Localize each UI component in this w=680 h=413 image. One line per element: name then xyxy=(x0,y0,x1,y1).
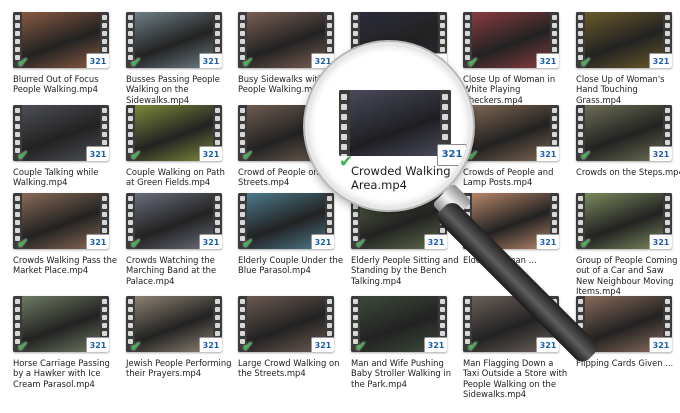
video-tile[interactable]: ✔ 321 Crowds Walking Pass the Market Place… xyxy=(6,193,118,276)
video-counter-badge-icon: 321 xyxy=(536,53,559,68)
checkmark-icon: ✔ xyxy=(355,339,367,352)
video-tile[interactable]: ✔ 321 Crowds on the Steps.mp4 xyxy=(569,105,680,177)
video-tile[interactable]: ✔ 321 Elderly Couple Under the Blue Paraso… xyxy=(231,193,343,276)
checkmark-icon: ✔ xyxy=(17,236,29,249)
checkmark-icon: ✔ xyxy=(467,55,479,68)
video-label: Elderly People Sitting and Standing by t… xyxy=(351,255,459,286)
video-thumbnail[interactable]: ✔ 321 xyxy=(13,296,109,352)
video-tile[interactable]: ✔ 321 Couple Talking while Walking.mp4 xyxy=(6,105,118,188)
video-label: Man Flagging Down a Taxi Outside a Store… xyxy=(463,358,568,400)
video-label: Crowds on the Steps.mp4 xyxy=(576,167,680,177)
video-label: Large Crowd Walking on the Streets.mp4 xyxy=(238,358,340,379)
video-counter-badge-icon: 321 xyxy=(649,337,672,352)
video-counter-badge-icon: 321 xyxy=(424,234,447,249)
video-tile[interactable]: ✔ 321 Crowds of People and Lamp Posts.mp4 xyxy=(456,105,568,188)
checkmark-icon: ✔ xyxy=(242,148,254,161)
video-label: Group of People Coming out of a Car and … xyxy=(576,255,678,297)
video-counter-badge-icon: 321 xyxy=(649,146,672,161)
video-counter-badge-icon: 321 xyxy=(199,337,222,352)
video-counter-badge-icon: 321 xyxy=(649,53,672,68)
video-tile[interactable]: ✔ 321 Busses Passing People Walking on the… xyxy=(119,12,231,105)
video-thumbnail[interactable]: ✔ 321 xyxy=(576,12,672,68)
checkmark-icon: ✔ xyxy=(242,55,254,68)
video-counter-badge-icon: 321 xyxy=(86,337,109,352)
video-counter-badge-icon: 321 xyxy=(199,146,222,161)
video-counter-badge-icon: 321 xyxy=(311,234,334,249)
video-thumbnail[interactable]: ✔ 321 xyxy=(238,296,334,352)
video-tile[interactable]: ✔ 321 Large Crowd Walking on the Streets.m… xyxy=(231,296,343,379)
video-label: Couple Talking while Walking.mp4 xyxy=(13,167,99,188)
video-counter-badge-icon: 321 xyxy=(536,234,559,249)
video-thumbnail[interactable]: ✔ 321 xyxy=(351,296,447,352)
video-counter-badge-icon: 321 xyxy=(199,234,222,249)
magnified-video-thumbnail[interactable] xyxy=(339,90,451,156)
video-counter-badge-icon: 321 xyxy=(424,337,447,352)
video-counter-badge-icon: 321 xyxy=(86,146,109,161)
checkmark-icon: ✔ xyxy=(130,55,142,68)
video-label: Jewish People Performing their Prayers.m… xyxy=(126,358,232,379)
video-label: Horse Carriage Passing by a Hawker with … xyxy=(13,358,110,389)
video-thumbnail[interactable]: ✔ 321 xyxy=(576,105,672,161)
video-tile[interactable]: ✔ 321 Close Up of Woman in White Playing C… xyxy=(456,12,568,105)
video-label: Crowds of People and Lamp Posts.mp4 xyxy=(463,167,554,188)
checkmark-icon: ✔ xyxy=(130,148,142,161)
video-thumbnail[interactable]: ✔ 321 xyxy=(126,105,222,161)
video-thumbnail[interactable]: ✔ 321 xyxy=(13,193,109,249)
video-label: Crowds Walking Pass the Market Place.mp4 xyxy=(13,255,118,276)
video-counter-badge-icon: 321 xyxy=(86,53,109,68)
magnified-thumbnail-image xyxy=(350,90,440,156)
video-label: Close Up of Woman's Hand Touching Grass.… xyxy=(576,74,665,105)
checkmark-icon: ✔ xyxy=(130,339,142,352)
video-thumbnail[interactable]: ✔ 321 xyxy=(126,193,222,249)
checkmark-icon: ✔ xyxy=(17,148,29,161)
video-label: Crowds Watching the Marching Band at the… xyxy=(126,255,217,286)
video-thumbnail[interactable]: ✔321 xyxy=(238,12,334,68)
checkmark-icon: ✔ xyxy=(130,236,142,249)
video-label: Flipping Cards Given ... xyxy=(576,358,674,368)
video-tile[interactable]: ✔ 321 Close Up of Woman's Hand Touching Gr… xyxy=(569,12,680,105)
magnifier-lens: 321 ✔ Crowded Walking Area.mp4 xyxy=(305,42,473,210)
video-tile[interactable]: ✔ 321 Blurred Out of Focus People Walking.… xyxy=(6,12,118,95)
checkmark-icon: ✔ xyxy=(580,55,592,68)
video-label: Close Up of Woman in White Playing Check… xyxy=(463,74,556,105)
checkmark-icon: ✔ xyxy=(17,339,29,352)
video-counter-badge-icon: 321 xyxy=(536,146,559,161)
video-label: Blurred Out of Focus People Walking.mp4 xyxy=(13,74,99,95)
checkmark-icon: ✔ xyxy=(242,236,254,249)
video-label: Busses Passing People Walking on the Sid… xyxy=(126,74,220,105)
checkmark-icon: ✔ xyxy=(355,236,367,249)
video-thumbnail[interactable]: ✔ 321 xyxy=(13,105,109,161)
video-thumbnail[interactable]: ✔ 321 xyxy=(13,12,109,68)
video-tile[interactable]: ✔ 321 Group of People Coming out of a Car … xyxy=(569,193,680,297)
video-tile[interactable]: ✔ 321 Horse Carriage Passing by a Hawker w… xyxy=(6,296,118,389)
video-label: Elderly Couple Under the Blue Parasol.mp… xyxy=(238,255,343,276)
checkmark-icon: ✔ xyxy=(467,339,479,352)
video-counter-badge-icon: 321 xyxy=(437,144,467,166)
video-thumbnail[interactable]: ✔ 321 xyxy=(126,12,222,68)
video-thumbnail[interactable]: ✔ 321 xyxy=(463,12,559,68)
video-counter-badge-icon: 321 xyxy=(86,234,109,249)
video-thumbnail[interactable]: ✔ 321 xyxy=(126,296,222,352)
checkmark-icon: ✔ xyxy=(580,236,592,249)
video-label: Man and Wife Pushing Baby Stroller Walki… xyxy=(351,358,452,389)
video-label: Couple Walking on Path at Green Fields.m… xyxy=(126,167,225,188)
video-tile[interactable]: ✔ 321 Crowds Watching the Marching Band at… xyxy=(119,193,231,286)
film-strip-left xyxy=(339,90,350,156)
video-tile[interactable]: ✔ 321 Man and Wife Pushing Baby Stroller W… xyxy=(344,296,456,389)
video-thumbnail[interactable]: ✔321 xyxy=(463,105,559,161)
video-counter-badge-icon: 321 xyxy=(311,337,334,352)
checkmark-icon: ✔ xyxy=(580,148,592,161)
checkmark-icon: ✔ xyxy=(242,339,254,352)
video-thumbnail[interactable]: ✔ 321 xyxy=(576,193,672,249)
video-tile[interactable]: ✔ 321 Couple Walking on Path at Green Fiel… xyxy=(119,105,231,188)
video-tile[interactable]: ✔ 321 Jewish People Performing their Praye… xyxy=(119,296,231,379)
video-counter-badge-icon: 321 xyxy=(649,234,672,249)
video-thumbnail[interactable]: ✔ 321 xyxy=(238,193,334,249)
magnified-video-label: Crowded Walking Area.mp4 xyxy=(351,164,451,192)
video-counter-badge-icon: 321 xyxy=(199,53,222,68)
checkmark-icon: ✔ xyxy=(17,55,29,68)
